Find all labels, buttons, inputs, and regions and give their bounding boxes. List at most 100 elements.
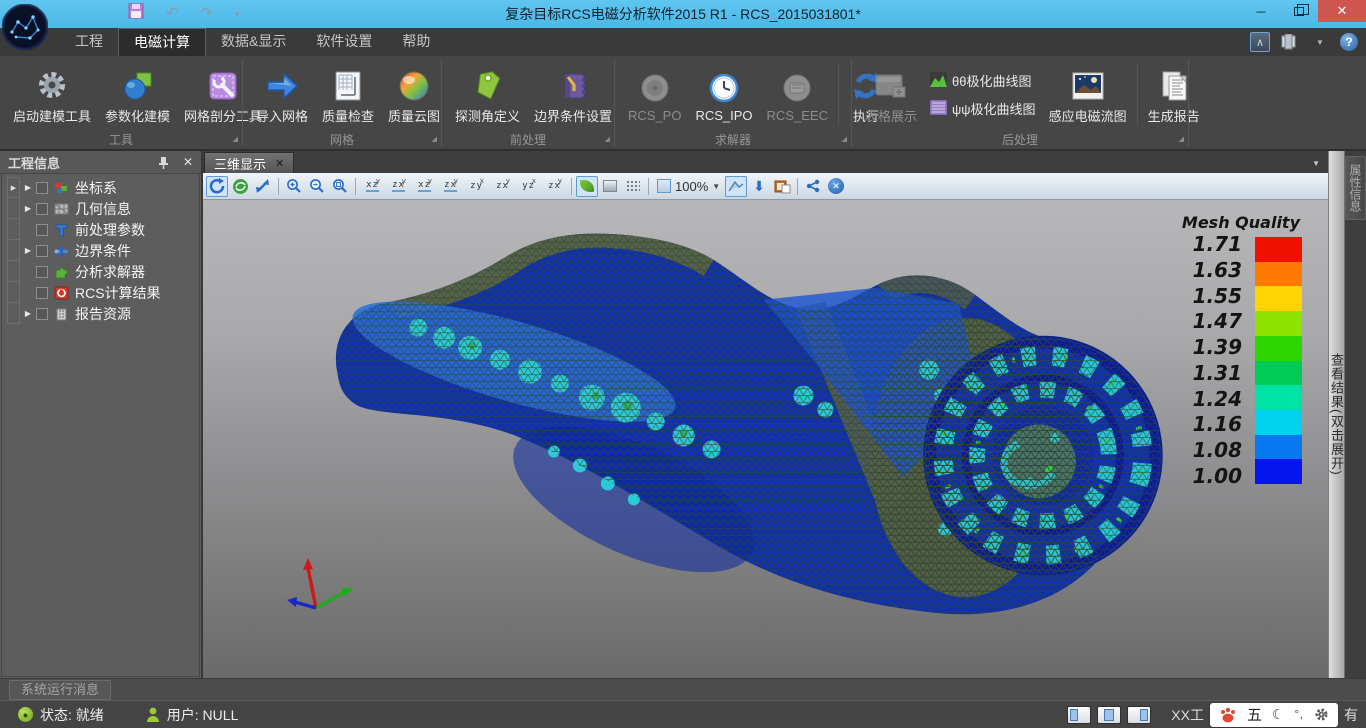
window-title: 复杂目标RCS电磁分析软件2015 R1 - RCS_2015031801* bbox=[0, 0, 1366, 28]
axis-view-left-button[interactable]: yxz bbox=[412, 176, 437, 197]
tree-item-coordinate-system[interactable]: ▶ ▶ 坐标系 bbox=[2, 177, 199, 198]
pin-icon[interactable] bbox=[158, 156, 169, 169]
boundary-condition-settings-button[interactable]: 边界条件设置 bbox=[527, 65, 619, 125]
expand-caret-icon[interactable]: ▶ bbox=[20, 246, 36, 255]
quality-contour-button[interactable]: 质量云图 bbox=[381, 65, 447, 125]
ribbon-collapse-button[interactable]: ∧ bbox=[1250, 32, 1270, 52]
ime-toolbar[interactable]: 五 ☾ °, bbox=[1210, 703, 1338, 727]
3d-viewport[interactable]: Mesh Quality 1.711.63 1.551.47 1.391.31 … bbox=[203, 200, 1328, 678]
parametric-modeling-button[interactable]: 参数化建模 bbox=[98, 65, 177, 125]
ime-moon-icon[interactable]: ☾ bbox=[1272, 706, 1285, 723]
app-logo[interactable] bbox=[2, 4, 48, 50]
launch-modeling-tool-button[interactable]: 启动建模工具 bbox=[6, 65, 98, 125]
save-image-button[interactable]: ⬇ bbox=[748, 176, 770, 197]
layout-split-pane-button[interactable] bbox=[1097, 706, 1121, 724]
rotate-view-button[interactable] bbox=[206, 176, 228, 197]
solver-rcs-ipo-button[interactable]: RCS_IPO bbox=[688, 67, 759, 123]
minimize-button[interactable]: ─ bbox=[1242, 0, 1280, 22]
expand-caret-icon[interactable]: ▶ bbox=[20, 204, 36, 213]
pan-zoom-arrow-button[interactable] bbox=[252, 176, 274, 197]
tree-checkbox[interactable] bbox=[36, 245, 48, 257]
axis-view-back-button[interactable]: yzx bbox=[386, 176, 411, 197]
group-expand-icon[interactable]: ◢ bbox=[605, 132, 610, 147]
group-expand-icon[interactable]: ◢ bbox=[1179, 132, 1184, 147]
axis-view-iso1-button[interactable]: xyz bbox=[516, 176, 541, 197]
orbit-view-button[interactable] bbox=[229, 176, 251, 197]
zoom-in-button[interactable] bbox=[283, 176, 305, 197]
system-messages-tab[interactable]: 系统运行消息 bbox=[9, 680, 111, 700]
group-expand-icon[interactable]: ◢ bbox=[233, 132, 238, 147]
probe-angle-define-button[interactable]: 探测角定义 bbox=[448, 65, 527, 125]
fit-view-button[interactable] bbox=[725, 176, 747, 197]
zoom-out-button[interactable] bbox=[306, 176, 328, 197]
smooth-shading-button[interactable] bbox=[576, 176, 598, 197]
window-style-dropdown[interactable]: ▼ bbox=[1310, 32, 1330, 52]
close-all-views-button[interactable]: ✕ bbox=[825, 176, 847, 197]
row-indicator: ▶ bbox=[7, 177, 20, 198]
button-label: 感应电磁流图 bbox=[1049, 106, 1127, 125]
ribbon-group-solver: RCS_PO RCS_IPO RCS_EEC 执行 bbox=[615, 56, 851, 149]
zoom-level-select[interactable]: 100% ▼ bbox=[653, 179, 724, 194]
diagonal-arrow-icon bbox=[255, 178, 271, 194]
close-button[interactable]: ✕ bbox=[1318, 0, 1366, 22]
rgb-axes-icon bbox=[53, 180, 70, 196]
expand-caret-icon[interactable]: ▶ bbox=[20, 183, 36, 192]
flat-shading-button[interactable] bbox=[599, 176, 621, 197]
theta-theta-curve-button[interactable]: θθ极化曲线图 bbox=[930, 71, 1036, 90]
tree-checkbox[interactable] bbox=[36, 182, 48, 194]
axis-view-iso2-button[interactable]: yzx bbox=[542, 176, 567, 197]
solver-rcs-po-button[interactable]: RCS_PO bbox=[621, 67, 688, 123]
mesh-model[interactable] bbox=[203, 200, 1328, 678]
property-info-tab[interactable]: 属性信息 bbox=[1345, 156, 1366, 220]
psi-psi-curve-button[interactable]: ψψ极化曲线图 bbox=[930, 99, 1036, 118]
menu-tab-data-display[interactable]: 数据&显示 bbox=[206, 28, 301, 56]
ime-punctuation-icon[interactable]: °, bbox=[1295, 709, 1304, 721]
import-mesh-button[interactable]: 导入网格 bbox=[249, 65, 315, 125]
button-label: 质量云图 bbox=[388, 106, 440, 125]
tab-close-icon[interactable]: ✕ bbox=[275, 157, 284, 170]
table-display-button[interactable]: 表格展示 bbox=[858, 65, 924, 125]
expand-caret-icon[interactable]: ▶ bbox=[20, 309, 36, 318]
tab-list-dropdown[interactable]: ▼ bbox=[1312, 159, 1320, 168]
tree-item-geometry-info[interactable]: ▶ 几何信息 bbox=[2, 198, 199, 219]
solver-rcs-eec-button[interactable]: RCS_EEC bbox=[760, 67, 835, 123]
axis-view-right-button[interactable]: yzx bbox=[438, 176, 463, 197]
menu-tab-em-computation[interactable]: 电磁计算 bbox=[118, 28, 206, 56]
tree-checkbox[interactable] bbox=[36, 308, 48, 320]
tree-checkbox[interactable] bbox=[36, 224, 48, 236]
panel-close-icon[interactable]: ✕ bbox=[183, 155, 193, 169]
ime-settings-gear-icon[interactable] bbox=[1314, 707, 1329, 722]
share-view-button[interactable] bbox=[802, 176, 824, 197]
menu-tab-engineering[interactable]: 工程 bbox=[60, 28, 118, 56]
tree-item-preprocess-params[interactable]: 前处理参数 bbox=[2, 219, 199, 240]
tree-checkbox[interactable] bbox=[36, 287, 48, 299]
tab-3d-display[interactable]: 三维显示 ✕ bbox=[204, 152, 294, 173]
axis-view-bottom-button[interactable]: yzx bbox=[490, 176, 515, 197]
tree-item-analysis-solver[interactable]: 分析求解器 bbox=[2, 261, 199, 282]
quality-check-button[interactable]: 质量检查 bbox=[315, 65, 381, 125]
tree-checkbox[interactable] bbox=[36, 266, 48, 278]
button-label: RCS_PO bbox=[628, 108, 681, 123]
zoom-window-button[interactable] bbox=[329, 176, 351, 197]
tree-item-report-resources[interactable]: ▶ 报告资源 bbox=[2, 303, 199, 324]
axis-view-front-button[interactable]: yxz bbox=[360, 176, 385, 197]
tree-item-rcs-results[interactable]: RCS计算结果 bbox=[2, 282, 199, 303]
axis-view-top-button[interactable]: xzy bbox=[464, 176, 489, 197]
window-style-button[interactable] bbox=[1280, 32, 1300, 52]
tree-item-boundary-conditions[interactable]: ▶ 边界条件 bbox=[2, 240, 199, 261]
menu-tab-help[interactable]: 帮助 bbox=[387, 28, 445, 56]
layout-left-pane-button[interactable] bbox=[1067, 706, 1091, 724]
layout-right-pane-button[interactable] bbox=[1127, 706, 1151, 724]
induced-current-map-button[interactable]: 感应电磁流图 bbox=[1042, 65, 1134, 125]
wireframe-button[interactable] bbox=[622, 176, 644, 197]
restore-button[interactable] bbox=[1280, 0, 1318, 22]
menu-tab-settings[interactable]: 软件设置 bbox=[301, 28, 387, 56]
group-expand-icon[interactable]: ◢ bbox=[842, 132, 847, 147]
group-expand-icon[interactable]: ◢ bbox=[432, 132, 437, 147]
user-text: 用户: NULL bbox=[167, 705, 239, 725]
ime-mode-label[interactable]: 五 bbox=[1247, 704, 1262, 725]
help-button[interactable]: ? bbox=[1340, 33, 1358, 51]
copy-view-button[interactable] bbox=[771, 176, 793, 197]
tree-checkbox[interactable] bbox=[36, 203, 48, 215]
view-results-collapsed-bar[interactable]: 查看结果(双击展开) bbox=[1328, 151, 1345, 678]
